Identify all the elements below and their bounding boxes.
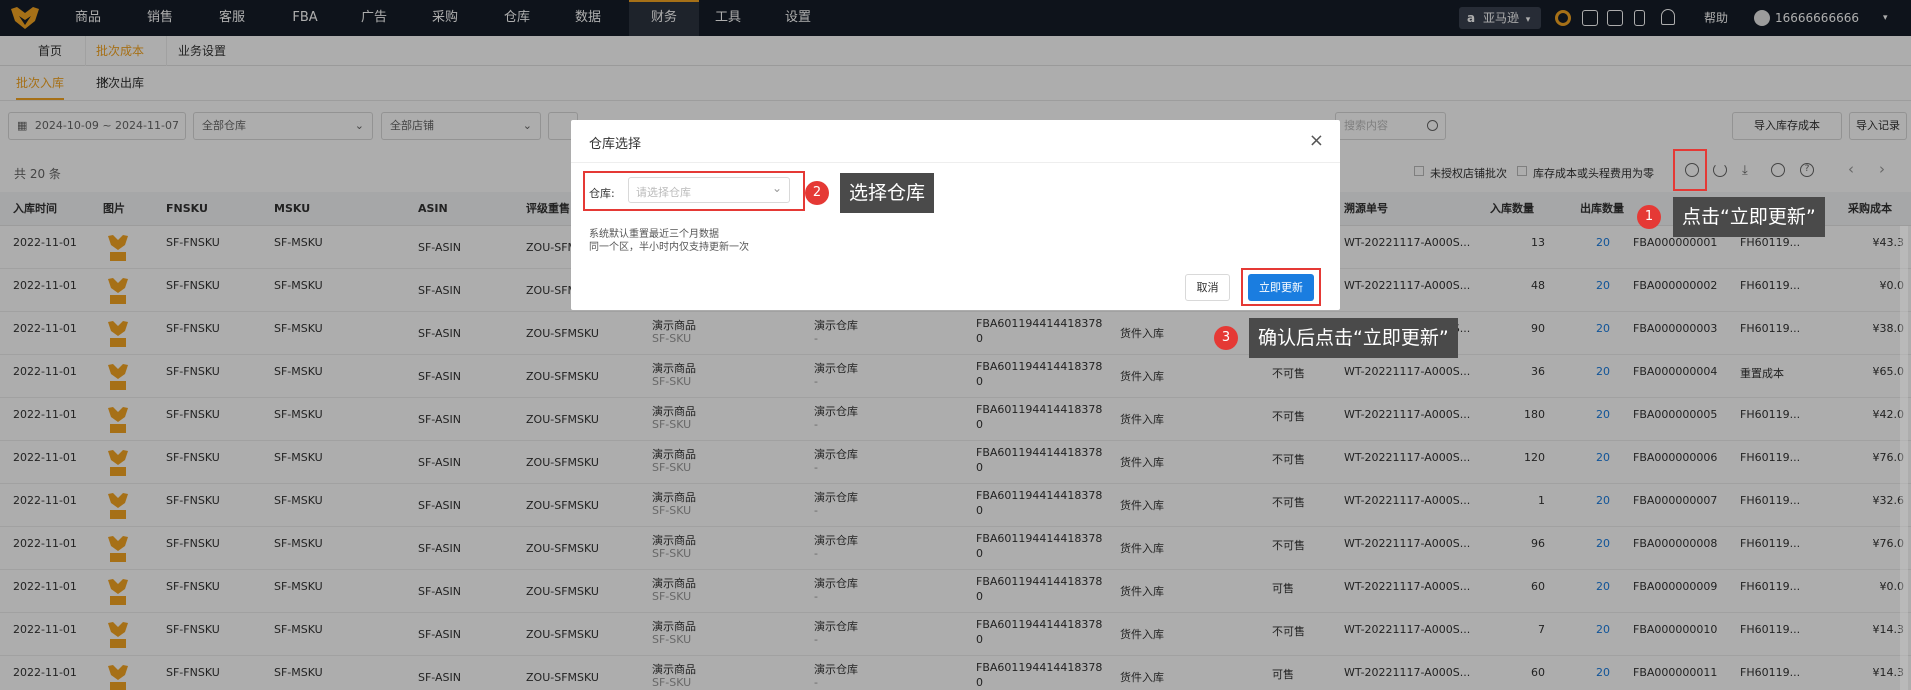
dialog-note-2: 同一个区，半小时内仅支持更新一次	[589, 242, 749, 253]
history-icon-highlight	[1673, 149, 1707, 191]
step-1-tooltip: 点击“立即更新”	[1673, 197, 1825, 237]
step-3-tooltip: 确认后点击“立即更新”	[1249, 318, 1458, 358]
step-2-tooltip: 选择仓库	[840, 173, 935, 213]
warehouse-select[interactable]: 请选择仓库 ⌄	[628, 177, 790, 203]
step-2-badge: 2	[805, 181, 829, 205]
warehouse-select-placeholder: 请选择仓库	[636, 186, 691, 199]
update-now-button[interactable]: 立即更新	[1248, 274, 1314, 301]
dialog-title: 仓库选择	[589, 137, 642, 152]
warehouse-select-dialog: 仓库选择 × 仓库: 请选择仓库 ⌄ 系统默认重置最近三个月数据 同一个区，半小…	[571, 120, 1340, 310]
dialog-divider	[571, 162, 1340, 163]
close-icon[interactable]: ×	[1309, 130, 1324, 151]
warehouse-label: 仓库:	[589, 187, 615, 200]
step-3-badge: 3	[1214, 326, 1238, 350]
chevron-down-icon: ⌄	[771, 181, 782, 195]
vertical-scrollbar[interactable]	[1900, 226, 1908, 690]
step-1-badge: 1	[1637, 205, 1661, 229]
modal-overlay	[0, 0, 1911, 690]
cancel-button[interactable]: 取消	[1185, 274, 1230, 301]
